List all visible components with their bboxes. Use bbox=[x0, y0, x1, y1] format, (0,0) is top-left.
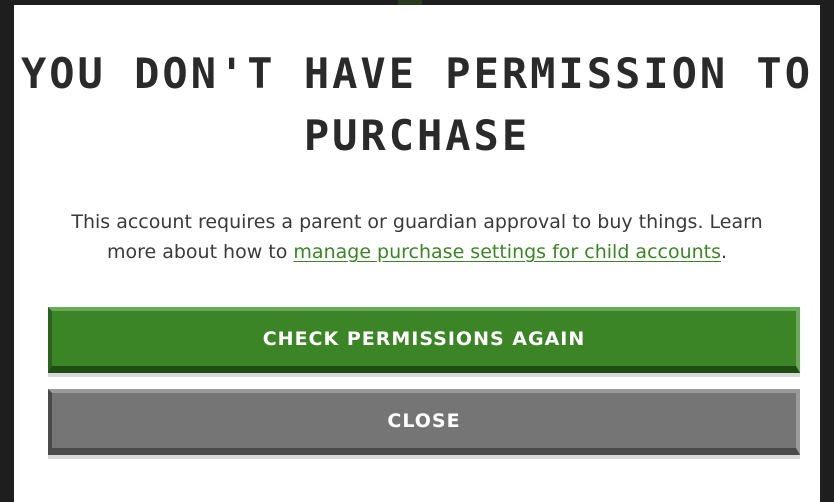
permission-dialog: YOU DON'T HAVE PERMISSION TO PURCHASE Th… bbox=[14, 5, 820, 502]
check-permissions-again-button[interactable]: CHECK PERMISSIONS AGAIN bbox=[48, 307, 800, 373]
message-end: . bbox=[721, 241, 728, 263]
dialog-message: This account requires a parent or guardi… bbox=[44, 207, 790, 267]
manage-purchase-settings-link[interactable]: manage purchase settings for child accou… bbox=[293, 241, 721, 263]
dialog-title: YOU DON'T HAVE PERMISSION TO PURCHASE bbox=[20, 49, 813, 160]
close-button[interactable]: CLOSE bbox=[48, 389, 800, 455]
